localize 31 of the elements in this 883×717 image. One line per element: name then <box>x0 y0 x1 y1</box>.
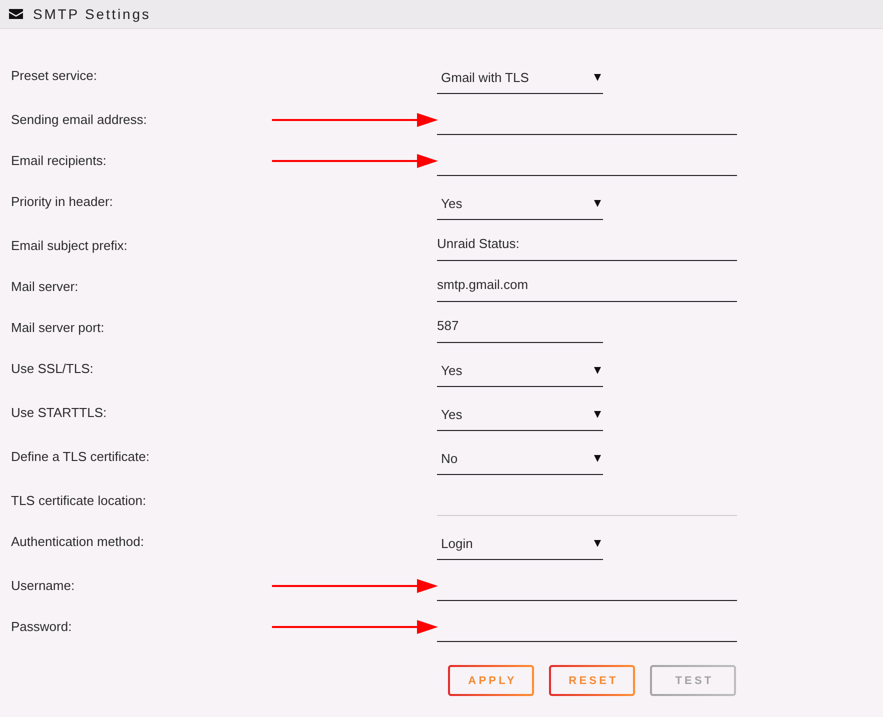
caret-icon <box>594 74 601 80</box>
text-field[interactable]: Unraid Status: <box>437 232 737 261</box>
dropdown[interactable]: Yes <box>437 187 603 220</box>
field-label: Mail server port: <box>11 320 104 336</box>
field-label: Define a TLS certificate: <box>11 449 150 465</box>
caret-icon <box>594 454 601 462</box>
field-label: Email subject prefix: <box>11 238 128 254</box>
field-label: Sending email address: <box>11 112 147 128</box>
field-label: Email recipients: <box>11 153 106 169</box>
caret-icon <box>594 540 601 546</box>
field-label: Password: <box>11 619 72 635</box>
field-label: Mail server: <box>11 279 78 295</box>
text-field[interactable]: 587 <box>437 314 603 343</box>
dropdown[interactable]: Yes <box>437 354 603 387</box>
field-label: Use STARTTLS: <box>11 405 107 421</box>
panel-title: SMTP Settings <box>33 6 151 22</box>
dropdown[interactable]: Login <box>437 527 603 560</box>
dropdown[interactable]: Yes <box>437 398 603 431</box>
caret-icon <box>594 410 601 418</box>
field-label: TLS certificate location: <box>11 493 146 509</box>
dropdown[interactable]: Gmail with TLS <box>437 61 603 94</box>
field-label: Username: <box>11 578 75 594</box>
text-field[interactable]: smtp.gmail.com <box>437 273 737 302</box>
caret-icon <box>594 200 601 206</box>
dropdown[interactable]: No <box>437 442 603 475</box>
caret-icon <box>594 366 601 374</box>
field-label: Use SSL/TLS: <box>11 361 94 377</box>
field-label: Preset service: <box>11 68 97 84</box>
field-label: Priority in header: <box>11 194 113 210</box>
envelope-icon <box>9 8 23 18</box>
field-label: Authentication method: <box>11 534 144 550</box>
